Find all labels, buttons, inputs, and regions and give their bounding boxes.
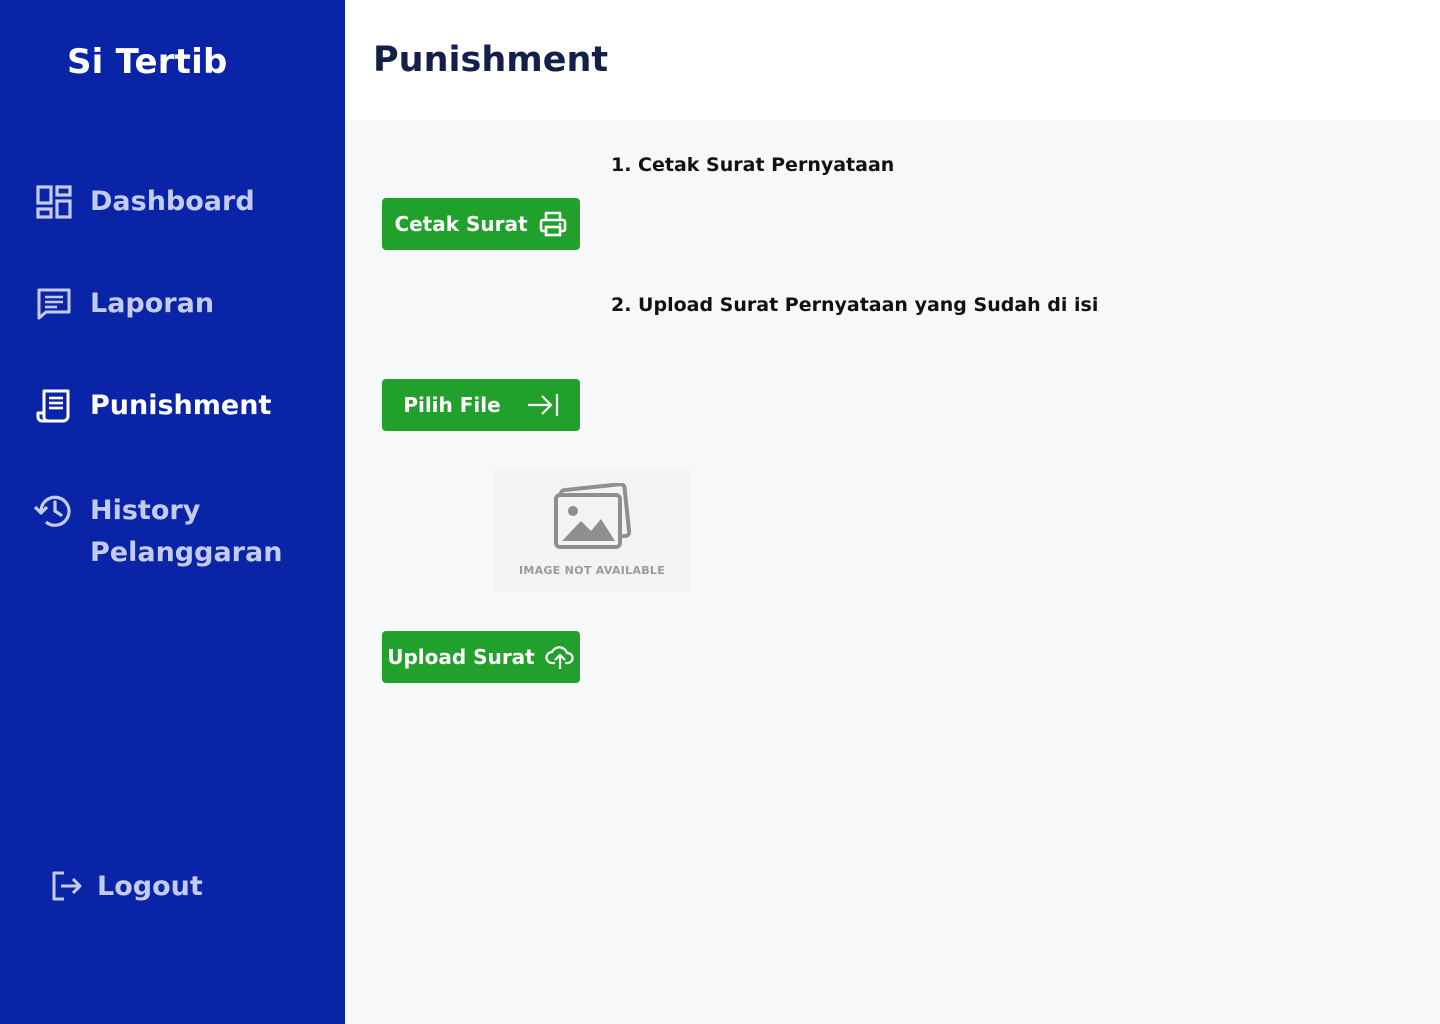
header: Punishment	[345, 0, 1440, 120]
brand-logo-text: Si Tertib	[67, 42, 228, 82]
document-icon	[34, 386, 74, 426]
sidebar-item-laporan[interactable]: Laporan	[34, 284, 214, 324]
page-title: Punishment	[373, 40, 609, 80]
step-1-title: 1. Cetak Surat Pernyataan	[611, 154, 895, 176]
sidebar-item-punishment[interactable]: Punishment	[34, 386, 271, 426]
history-icon	[34, 491, 74, 531]
sidebar-item-label: Laporan	[90, 288, 215, 319]
step-2-title: 2. Upload Surat Pernyataan yang Sudah di…	[611, 294, 1099, 316]
logout-label: Logout	[97, 870, 203, 902]
sidebar-item-dashboard[interactable]: Dashboard	[34, 182, 255, 222]
upload-surat-label: Upload Surat	[387, 645, 535, 669]
arrow-right-to-line-icon	[527, 392, 559, 418]
cetak-surat-button[interactable]: Cetak Surat	[382, 198, 580, 250]
image-not-available-caption: IMAGE NOT AVAILABLE	[518, 564, 666, 577]
logout-icon	[50, 866, 84, 906]
image-placeholder-icon	[554, 483, 632, 549]
pilih-file-button[interactable]: Pilih File	[382, 379, 580, 431]
logout-button[interactable]: Logout	[50, 866, 203, 906]
cetak-surat-label: Cetak Surat	[394, 212, 528, 236]
sidebar: Si Tertib Dashboard Laporan Punishment H…	[0, 0, 345, 1024]
cloud-upload-icon	[545, 644, 575, 670]
chat-icon	[34, 284, 74, 324]
dashboard-icon	[34, 182, 74, 222]
sidebar-item-label: History Pelanggaran	[90, 495, 283, 568]
image-preview: IMAGE NOT AVAILABLE	[493, 469, 691, 592]
printer-icon	[538, 210, 568, 238]
sidebar-item-label: Punishment	[90, 390, 272, 421]
pilih-file-label: Pilih File	[403, 393, 501, 417]
sidebar-item-history-pelanggaran[interactable]: History Pelanggaran	[34, 491, 290, 574]
sidebar-item-label: Dashboard	[90, 186, 255, 217]
upload-surat-button[interactable]: Upload Surat	[382, 631, 580, 683]
